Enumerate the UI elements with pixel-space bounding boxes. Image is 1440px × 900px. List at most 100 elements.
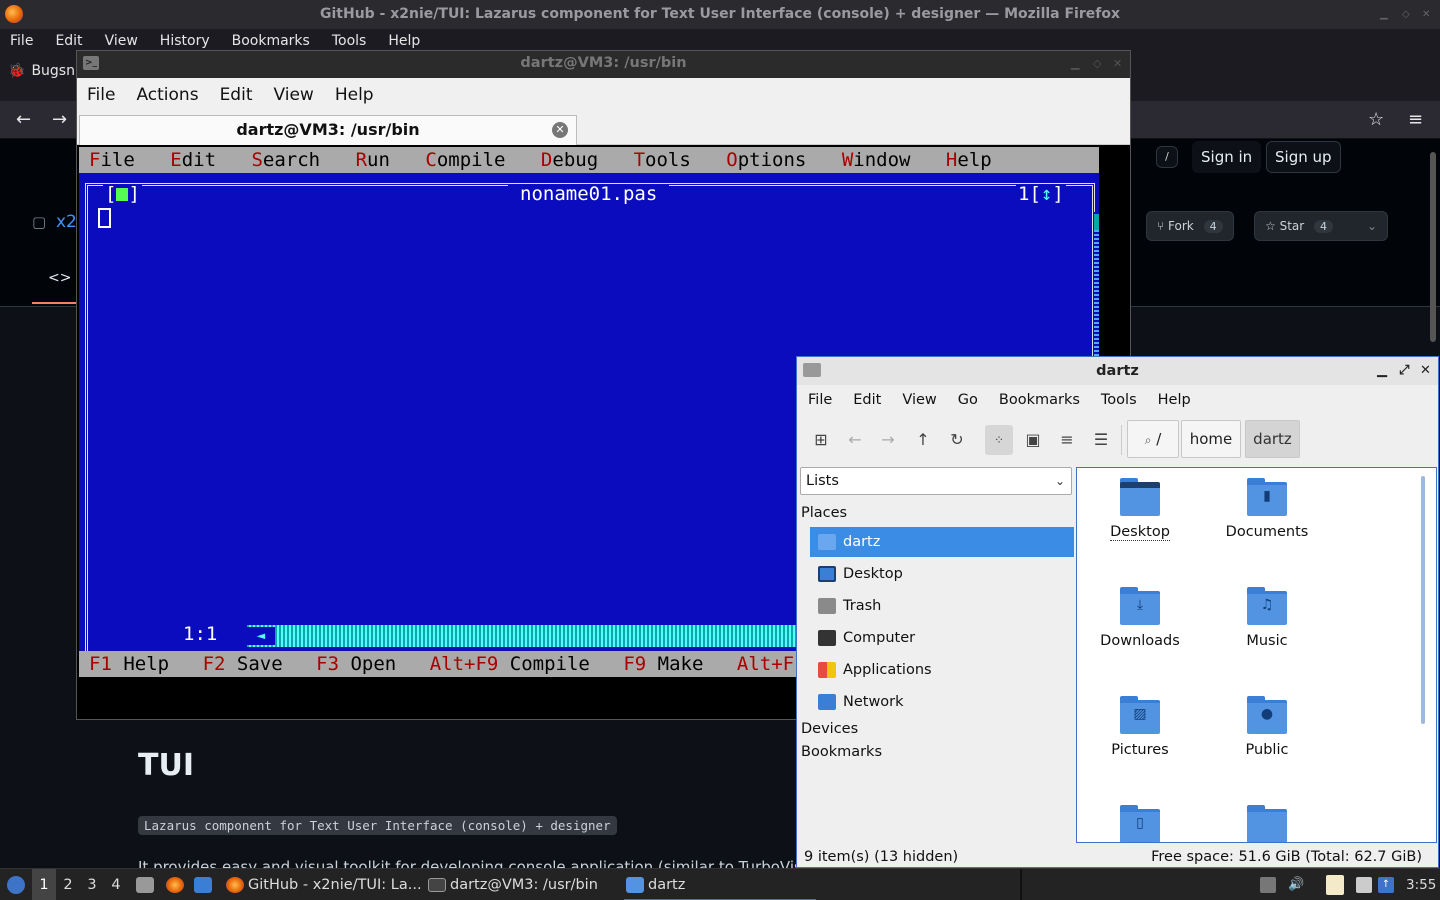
desktop-1[interactable]: 1 bbox=[32, 869, 56, 900]
forward-icon[interactable]: → bbox=[874, 425, 902, 455]
fm-menu-bookmarks[interactable]: Bookmarks bbox=[999, 392, 1080, 408]
status-f9-make[interactable]: F9 Make bbox=[623, 653, 703, 675]
notification-tray-icon[interactable] bbox=[1260, 877, 1276, 893]
tv-menu-tools[interactable]: Tools bbox=[634, 149, 691, 171]
fm-menu-edit[interactable]: Edit bbox=[853, 392, 881, 408]
term-menu-help[interactable]: Help bbox=[335, 85, 374, 105]
status-f2-save[interactable]: F2 Save bbox=[203, 653, 283, 675]
close-icon[interactable]: ✕ bbox=[1420, 357, 1431, 385]
maximize-icon[interactable]: ◇ bbox=[1093, 51, 1101, 76]
close-icon[interactable]: ✕ bbox=[1422, 0, 1430, 29]
fm-menu-view[interactable]: View bbox=[902, 392, 936, 408]
fm-menu-go[interactable]: Go bbox=[958, 392, 978, 408]
sign-in-link[interactable]: Sign in bbox=[1192, 141, 1262, 173]
tv-menu-compile[interactable]: Compile bbox=[425, 149, 505, 171]
folder-public[interactable]: ● Public bbox=[1207, 696, 1327, 758]
page-scrollbar[interactable] bbox=[1430, 152, 1436, 342]
term-menu-file[interactable]: File bbox=[87, 85, 115, 105]
place-network[interactable]: Network bbox=[810, 687, 1074, 717]
status-f3-open[interactable]: F3 Open bbox=[316, 653, 396, 675]
place-trash[interactable]: Trash bbox=[810, 591, 1074, 621]
desktop-2[interactable]: 2 bbox=[56, 869, 80, 900]
place-desktop[interactable]: Desktop bbox=[810, 559, 1074, 589]
thumbnail-view-icon[interactable]: ▣ bbox=[1019, 425, 1047, 455]
status-f1-help[interactable]: F1 Help bbox=[89, 653, 169, 675]
up-icon[interactable]: ↑ bbox=[909, 425, 937, 455]
close-icon[interactable]: ✕ bbox=[1113, 51, 1122, 76]
maximize-icon[interactable]: ◇ bbox=[1402, 0, 1410, 29]
tv-menu-window[interactable]: Window bbox=[842, 149, 911, 171]
icon-view-icon[interactable]: ⁘ bbox=[985, 425, 1013, 455]
compact-view-icon[interactable]: ≡ bbox=[1053, 425, 1081, 455]
clipboard-icon[interactable] bbox=[1326, 875, 1344, 895]
ff-menu-help[interactable]: Help bbox=[388, 33, 420, 49]
firefox-tab[interactable]: 🐞 Bugsn bbox=[8, 63, 75, 79]
folder-templates[interactable]: ▯ bbox=[1080, 805, 1200, 842]
task-terminal[interactable]: dartz@VM3: /usr/bin bbox=[426, 869, 622, 900]
path-root-button[interactable]: ⌕ / bbox=[1127, 420, 1179, 458]
ff-menu-history[interactable]: History bbox=[160, 33, 210, 49]
tv-menu-options[interactable]: Options bbox=[726, 149, 806, 171]
tv-menu-debug[interactable]: Debug bbox=[541, 149, 598, 171]
desktop-3[interactable]: 3 bbox=[80, 869, 104, 900]
back-icon[interactable]: ← bbox=[16, 109, 31, 130]
detailed-list-view-icon[interactable]: ☰ bbox=[1087, 425, 1115, 455]
firefox-launcher-icon[interactable] bbox=[164, 869, 184, 900]
fork-button[interactable]: ⑂ Fork 4 bbox=[1146, 211, 1234, 241]
back-icon[interactable]: ← bbox=[841, 425, 869, 455]
zoom-icon[interactable]: ↕ bbox=[1041, 183, 1052, 205]
task-firefox[interactable]: GitHub - x2nie/TUI: La... bbox=[224, 869, 422, 900]
fm-titlebar[interactable]: dartz ▁ ⤢ ✕ bbox=[797, 357, 1438, 385]
devices-header[interactable]: Devices bbox=[801, 721, 858, 737]
places-header[interactable]: Places bbox=[801, 505, 847, 521]
reload-icon[interactable]: ↻ bbox=[943, 425, 971, 455]
ff-menu-file[interactable]: File bbox=[10, 33, 33, 49]
fm-menu-tools[interactable]: Tools bbox=[1101, 392, 1137, 408]
term-menu-actions[interactable]: Actions bbox=[136, 85, 198, 105]
path-current-button[interactable]: dartz bbox=[1245, 420, 1300, 458]
folder-generic[interactable] bbox=[1207, 805, 1327, 842]
place-computer[interactable]: Computer bbox=[810, 623, 1074, 653]
minimize-icon[interactable]: ▁ bbox=[1071, 51, 1079, 76]
chevron-down-icon[interactable]: ⌄ bbox=[1367, 212, 1377, 240]
ff-menu-tools[interactable]: Tools bbox=[332, 33, 367, 49]
bookmarks-header[interactable]: Bookmarks bbox=[801, 744, 882, 760]
start-menu-icon[interactable] bbox=[4, 869, 28, 900]
task-file-manager[interactable]: dartz bbox=[624, 869, 816, 900]
sign-up-button[interactable]: Sign up bbox=[1266, 141, 1341, 173]
volume-icon[interactable]: 🔊 bbox=[1288, 877, 1304, 893]
folder-music[interactable]: ♫ Music bbox=[1207, 587, 1327, 649]
fm-menu-help[interactable]: Help bbox=[1158, 392, 1191, 408]
close-tab-icon[interactable]: ✕ bbox=[552, 122, 568, 138]
tv-menu-file[interactable]: File bbox=[89, 149, 135, 171]
tv-menu-edit[interactable]: Edit bbox=[170, 149, 216, 171]
terminal-tab[interactable]: dartz@VM3: /usr/bin ✕ bbox=[79, 115, 577, 145]
new-tab-icon[interactable]: ⊞ bbox=[807, 425, 835, 455]
tv-menu-help[interactable]: Help bbox=[946, 149, 992, 171]
tv-menu-run[interactable]: Run bbox=[356, 149, 390, 171]
tv-menu-search[interactable]: Search bbox=[251, 149, 320, 171]
terminal-titlebar[interactable]: >_ dartz@VM3: /usr/bin ▁ ◇ ✕ bbox=[77, 51, 1130, 78]
folder-view-scrollbar[interactable] bbox=[1421, 476, 1425, 724]
search-slash-hint[interactable]: / bbox=[1156, 146, 1178, 168]
side-pane-mode-select[interactable]: Lists ⌄ bbox=[800, 467, 1072, 495]
folder-documents[interactable]: ▮ Documents bbox=[1207, 478, 1327, 540]
folder-pictures[interactable]: ▨ Pictures bbox=[1080, 696, 1200, 758]
tv-close-box[interactable]: [] bbox=[103, 184, 142, 204]
clock[interactable]: 3:55 bbox=[1406, 869, 1436, 900]
forward-icon[interactable]: → bbox=[52, 109, 67, 130]
repo-owner-link[interactable]: x2 bbox=[56, 212, 77, 232]
star-button[interactable]: ☆ Star 4 ⌄ bbox=[1254, 211, 1388, 241]
show-desktop-icon[interactable] bbox=[192, 869, 214, 900]
term-menu-view[interactable]: View bbox=[273, 85, 313, 105]
tv-window-number[interactable]: 1[↕] bbox=[1016, 184, 1066, 204]
ff-menu-view[interactable]: View bbox=[105, 33, 138, 49]
updates-icon[interactable]: ↑ bbox=[1378, 877, 1394, 893]
term-menu-edit[interactable]: Edit bbox=[220, 85, 253, 105]
left-arrow-icon[interactable]: ◄ bbox=[247, 627, 275, 645]
place-applications[interactable]: Applications bbox=[810, 655, 1074, 685]
folder-desktop[interactable]: Desktop bbox=[1080, 478, 1200, 541]
path-home-button[interactable]: home bbox=[1181, 420, 1241, 458]
desktop-4[interactable]: 4 bbox=[104, 869, 128, 900]
ff-menu-bookmarks[interactable]: Bookmarks bbox=[232, 33, 310, 49]
